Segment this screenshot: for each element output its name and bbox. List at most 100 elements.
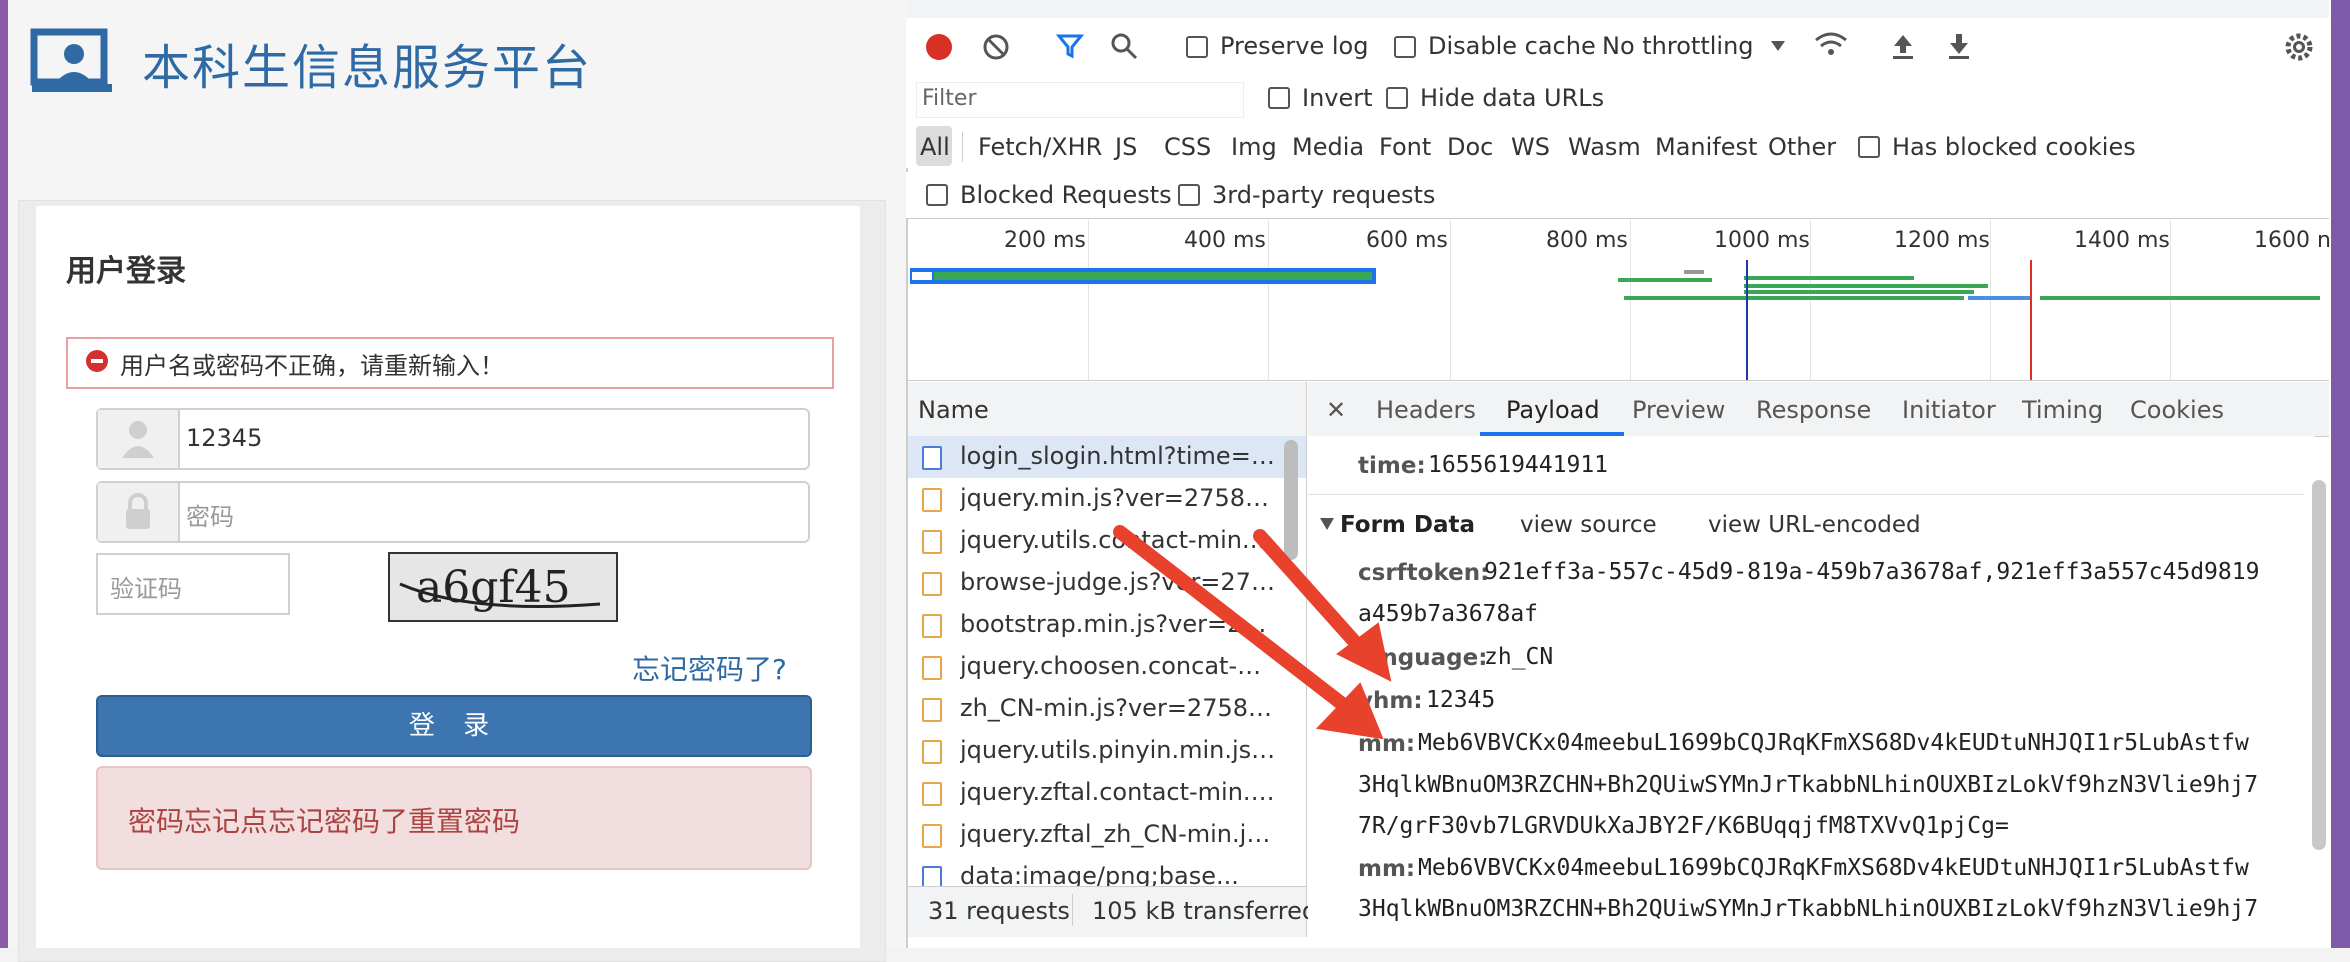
arrow-annotation-icon	[1113, 525, 1392, 740]
request-name: login_slogin.html?time=1655...	[960, 442, 1280, 470]
type-js[interactable]: JS	[1115, 133, 1137, 161]
site-logo-icon	[30, 28, 112, 92]
tab-initiator[interactable]: Initiator	[1902, 396, 1996, 424]
download-icon[interactable]	[1946, 32, 1972, 60]
payload-key: time:	[1358, 453, 1426, 479]
timeline-bar	[1968, 296, 2032, 300]
disable-cache-label: Disable cache	[1428, 32, 1596, 60]
payload-value: 1655619441911	[1428, 452, 1609, 478]
devtools-top-tabs	[906, 0, 2329, 19]
clear-icon[interactable]	[982, 33, 1010, 61]
timeline-tick: 200 ms	[1004, 228, 1086, 253]
type-doc[interactable]: Doc	[1447, 133, 1493, 161]
table-row[interactable]: jquery.min.js?ver=27586601	[908, 478, 1306, 520]
desktop-edge-right	[2329, 0, 2350, 948]
blocked-requests-checkbox[interactable]	[926, 184, 948, 206]
tab-payload[interactable]: Payload	[1506, 396, 1600, 424]
type-css[interactable]: CSS	[1164, 133, 1211, 161]
table-row[interactable]: login_slogin.html?time=1655...	[908, 436, 1306, 478]
type-all[interactable]: All	[920, 133, 950, 161]
request-count: 31 requests	[928, 897, 1070, 925]
timeline-bar	[1684, 270, 1704, 274]
script-icon	[922, 824, 942, 848]
timeline-tick: 1200 ms	[1894, 228, 1990, 253]
tab-timing[interactable]: Timing	[2022, 396, 2103, 424]
script-icon	[922, 656, 942, 680]
site-title: 本科生信息服务平台	[142, 40, 593, 96]
type-manifest[interactable]: Manifest	[1655, 133, 1757, 161]
type-fetch-xhr[interactable]: Fetch/XHR	[978, 133, 1102, 161]
desktop-edge-left	[0, 0, 8, 948]
script-icon	[922, 530, 942, 554]
captcha-image[interactable]: a6gf45	[388, 552, 618, 622]
table-row[interactable]: data:image/png;base...	[908, 856, 1306, 886]
timeline-bar	[1744, 276, 1914, 280]
view-url-encoded-link[interactable]: view URL-encoded	[1708, 512, 1921, 538]
hide-data-urls-checkbox[interactable]	[1386, 87, 1408, 109]
payload-value: Meb6VBVCKx04meebuL1699bCQJRqKFmXS68Dv4kE…	[1418, 855, 2249, 881]
login-button[interactable]: 登 录	[96, 695, 812, 757]
timeline-bar	[2040, 296, 2320, 300]
close-icon[interactable]: ✕	[1326, 396, 1346, 424]
network-conditions-icon[interactable]	[1814, 30, 1848, 60]
timeline-bar	[1624, 296, 1964, 300]
has-blocked-cookies-checkbox[interactable]	[1858, 136, 1880, 158]
type-img[interactable]: Img	[1231, 133, 1277, 161]
filter-placeholder: Filter	[922, 86, 977, 111]
timeline-tick: 1000 ms	[1714, 228, 1810, 253]
payload-value: 3HqlkWBnuOM3RZCHN+Bh2QUiwSYMnJrTkabbNLhi…	[1358, 896, 2259, 922]
preserve-log-label: Preserve log	[1220, 32, 1369, 60]
chevron-down-icon	[1771, 41, 1785, 51]
image-icon	[922, 866, 942, 886]
timeline-bar	[912, 272, 932, 280]
timeline-gridline	[1810, 220, 1811, 380]
name-column-label: Name	[918, 396, 989, 424]
payload-key: mm:	[1358, 856, 1416, 882]
view-source-link[interactable]: view source	[1520, 512, 1657, 538]
type-divider	[962, 132, 963, 162]
forgot-password-link[interactable]: 忘记密码了?	[632, 648, 787, 688]
username-value: 12345	[186, 424, 263, 452]
request-name: jquery.min.js?ver=27586601	[960, 484, 1280, 512]
third-party-label: 3rd-party requests	[1212, 181, 1436, 209]
record-icon[interactable]	[926, 34, 952, 60]
tab-headers[interactable]: Headers	[1376, 396, 1476, 424]
timeline-tick: 1400 ms	[2074, 228, 2170, 253]
script-icon	[922, 740, 942, 764]
payload-scrollbar[interactable]	[2312, 480, 2326, 850]
tab-preview[interactable]: Preview	[1632, 396, 1725, 424]
timeline-gridline	[2170, 220, 2171, 380]
gear-icon[interactable]	[2284, 32, 2314, 62]
timeline-gridline	[1268, 220, 1269, 380]
table-row[interactable]: jquery.zftal_zh_CN-min.js?ve...	[908, 814, 1306, 856]
timeline-bar	[1744, 284, 1988, 288]
type-media[interactable]: Media	[1292, 133, 1364, 161]
request-name: jquery.zftal.contact-min.js?v...	[960, 778, 1280, 806]
payload-value: 921eff3a-557c-45d9-819a-459b7a3678af,921…	[1484, 559, 2260, 585]
type-wasm[interactable]: Wasm	[1568, 133, 1641, 161]
search-icon[interactable]	[1110, 32, 1138, 60]
filter-icon[interactable]	[1056, 32, 1084, 60]
timeline-bar	[1618, 278, 1712, 282]
payload-value: 12345	[1426, 687, 1496, 713]
tab-response[interactable]: Response	[1756, 396, 1871, 424]
timeline-gridline	[1990, 220, 1991, 380]
has-blocked-cookies-label: Has blocked cookies	[1892, 133, 2136, 161]
preserve-log-checkbox[interactable]	[1186, 36, 1208, 58]
throttling-select[interactable]: No throttling	[1602, 32, 1754, 60]
disable-cache-checkbox[interactable]	[1394, 36, 1416, 58]
type-font[interactable]: Font	[1379, 133, 1431, 161]
tab-cookies[interactable]: Cookies	[2130, 396, 2224, 424]
status-divider	[1072, 894, 1073, 926]
timeline-bar	[1744, 290, 1974, 294]
error-message: 用户名或密码不正确，请重新输入！	[120, 352, 504, 380]
upload-icon[interactable]	[1890, 32, 1916, 60]
invert-checkbox[interactable]	[1268, 87, 1290, 109]
third-party-checkbox[interactable]	[1178, 184, 1200, 206]
type-ws[interactable]: WS	[1511, 133, 1550, 161]
type-other[interactable]: Other	[1768, 133, 1836, 161]
timeline-gridline	[1630, 220, 1631, 380]
section-divider	[1308, 494, 2304, 495]
lock-icon	[98, 483, 180, 541]
payload-value: 3HqlkWBnuOM3RZCHN+Bh2QUiwSYMnJrTkabbNLhi…	[1358, 772, 2259, 798]
